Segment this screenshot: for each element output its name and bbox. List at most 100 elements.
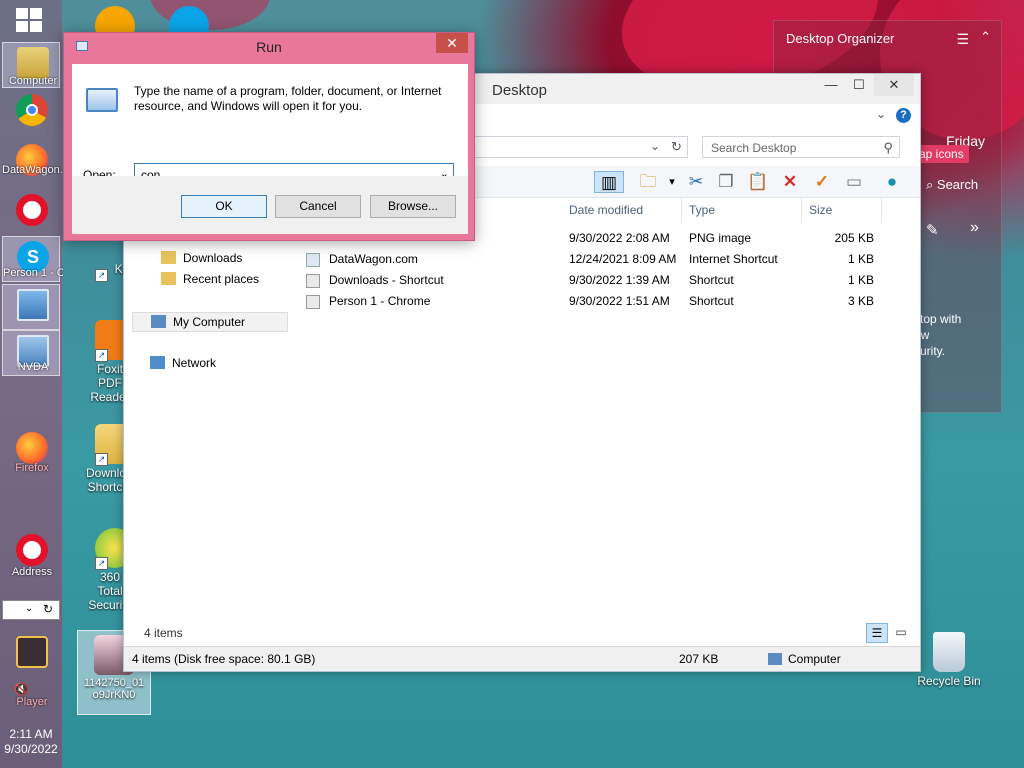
taskbar-label: Computer <box>8 75 58 87</box>
shortcut-arrow-icon: ↗ <box>95 269 108 282</box>
copy-icon[interactable]: ❐ <box>714 171 738 193</box>
ok-button[interactable]: OK <box>181 195 267 218</box>
taskbar-item-firefox[interactable]: Firefox <box>2 428 60 474</box>
taskbar-item-chrome[interactable] <box>2 90 60 136</box>
internet-shortcut-icon <box>306 253 320 267</box>
help-icon[interactable]: ? <box>896 108 911 123</box>
cut-icon[interactable]: ✂ <box>684 171 708 193</box>
nav-item-label: Recent places <box>183 272 260 286</box>
taskbar-label: Address <box>11 566 53 578</box>
taskbar-item-window-a[interactable] <box>2 284 60 330</box>
taskbar-label: Player <box>16 696 48 708</box>
taskbar-label: Person 1 - Chrome <box>3 267 63 279</box>
organizer-search[interactable]: ⌕ Search <box>926 177 978 193</box>
large-icons-view-button[interactable]: ▭ <box>890 623 912 643</box>
chevron-up-icon[interactable]: ⌃ <box>980 29 991 45</box>
address-input[interactable]: ⌄ ↻ <box>2 600 60 620</box>
globe-icon[interactable]: ● <box>880 171 904 193</box>
file-type: Shortcut <box>689 294 734 308</box>
paste-icon[interactable]: 📋 <box>746 171 770 193</box>
file-row[interactable]: Downloads - Shortcut 9/30/2022 1:39 AM S… <box>304 270 886 291</box>
maximize-button[interactable]: ☐ <box>844 74 874 96</box>
minimize-button[interactable]: — <box>816 74 846 96</box>
run-description: Type the name of a program, folder, docu… <box>134 84 442 113</box>
nav-item-network[interactable]: Network <box>150 354 216 372</box>
close-button[interactable]: ✕ <box>874 74 914 96</box>
nav-item-my-computer[interactable]: My Computer <box>132 312 288 332</box>
hamburger-menu-icon[interactable]: ☰ <box>956 31 969 48</box>
double-chevron-right-icon[interactable]: » <box>970 219 979 237</box>
file-size: 3 KB <box>847 294 874 308</box>
taskbar: Computer DataWagon.com S Person 1 - Chro… <box>0 0 63 768</box>
clock-time: 2:11 AM <box>9 727 53 741</box>
file-size: 205 KB <box>834 231 874 245</box>
close-button[interactable]: ✕ <box>436 33 468 53</box>
organizer-promo-text: ktop with ew curity. <box>914 311 961 359</box>
properties-icon[interactable]: ▭ <box>842 171 866 193</box>
refresh-icon[interactable]: ↻ <box>43 602 53 616</box>
firefox-icon <box>16 432 48 464</box>
chevron-down-icon[interactable]: ⌄ <box>25 603 33 614</box>
nav-item-label: Downloads <box>183 251 243 265</box>
status-size: 207 KB <box>679 652 719 666</box>
clock-date: 9/30/2022 <box>4 742 58 756</box>
taskbar-item-computer[interactable]: Computer <box>2 42 60 88</box>
organizer-text-line: ktop with <box>914 312 962 326</box>
chevron-down-icon[interactable]: ▾ <box>660 171 684 193</box>
chevron-down-icon[interactable]: ⌄ <box>650 139 660 153</box>
desktop-icon-recycle-bin[interactable]: Recycle Bin <box>914 632 984 688</box>
chevron-down-icon[interactable]: ⌄ <box>876 107 886 121</box>
taskbar-item-player[interactable]: Player <box>2 632 60 708</box>
preview-pane-button[interactable]: ▥ <box>594 171 624 193</box>
cancel-button[interactable]: Cancel <box>275 195 361 218</box>
file-type: PNG image <box>689 231 752 245</box>
nav-item-label: My Computer <box>173 315 246 329</box>
organizer-text-line: curity. <box>914 344 946 358</box>
run-dialog: Run ✕ Type the name of a program, folder… <box>63 32 475 241</box>
recent-places-icon <box>161 272 176 285</box>
shortcut-arrow-icon: ↗ <box>95 349 108 362</box>
shortcut-icon <box>306 295 320 309</box>
start-button[interactable] <box>16 8 44 34</box>
shortcut-arrow-icon: ↗ <box>95 453 108 466</box>
details-view-button[interactable]: ☰ <box>866 623 888 643</box>
browse-button[interactable]: Browse... <box>370 195 456 218</box>
run-icon <box>86 88 118 112</box>
organizer-pill[interactable]: ap icons <box>914 145 969 163</box>
computer-icon <box>768 653 782 665</box>
folder-options-icon[interactable]: 🗀 <box>636 171 660 193</box>
status-location: Computer <box>788 652 841 666</box>
nav-item-downloads[interactable]: Downloads <box>161 249 242 267</box>
column-header-date[interactable]: Date modified <box>564 198 682 222</box>
taskbar-item-nvda[interactable]: NVDA <box>2 330 60 376</box>
file-row[interactable]: DataWagon.com 12/24/2021 8:09 AM Interne… <box>304 249 886 270</box>
explorer-title: Desktop <box>492 82 548 99</box>
taskbar-item-skype[interactable]: S Person 1 - Chrome <box>2 236 63 282</box>
taskbar-item-opera[interactable] <box>2 190 60 236</box>
file-size: 1 KB <box>847 252 874 266</box>
notes-icon[interactable]: ✎ <box>926 221 939 239</box>
taskbar-label: NVDA <box>17 361 49 373</box>
nav-item-recent-places[interactable]: Recent places <box>161 270 259 288</box>
windows-logo-icon <box>30 8 42 19</box>
file-type: Internet Shortcut <box>689 252 778 266</box>
speaker-muted-icon[interactable]: 🔇 <box>14 682 29 696</box>
column-header-size[interactable]: Size <box>804 198 882 222</box>
organizer-title: Desktop Organizer <box>786 31 895 46</box>
file-size: 1 KB <box>847 273 874 287</box>
file-name: Person 1 - Chrome <box>329 294 431 308</box>
checkmark-icon[interactable]: ✓ <box>810 171 834 193</box>
file-row[interactable]: Person 1 - Chrome 9/30/2022 1:51 AM Shor… <box>304 291 886 312</box>
column-header-type[interactable]: Type <box>684 198 802 222</box>
delete-icon[interactable]: ✕ <box>778 171 802 193</box>
search-input[interactable]: Search Desktop ⚲ <box>702 136 900 158</box>
nav-item-label: Network <box>172 356 217 370</box>
refresh-icon[interactable]: ↻ <box>671 139 682 155</box>
clock[interactable]: 2:11 AM 9/30/2022 <box>0 727 62 757</box>
taskbar-item-firefox-datawagon[interactable]: DataWagon.com <box>2 140 62 186</box>
desktop-icon-label: 1142750_01 o9JrKN0 <box>83 677 145 701</box>
windows-logo-icon <box>30 21 42 32</box>
taskbar-item-opera-2[interactable]: Address <box>2 530 60 578</box>
search-placeholder: Search Desktop <box>711 141 797 155</box>
shortcut-arrow-icon: ↗ <box>95 557 108 570</box>
